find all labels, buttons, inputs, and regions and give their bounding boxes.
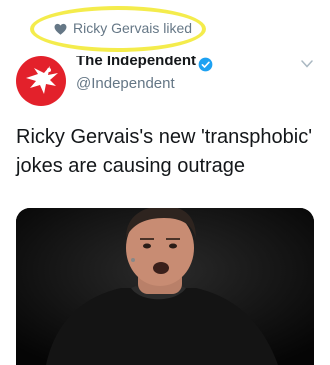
avatar[interactable] xyxy=(16,56,66,106)
author-handle[interactable]: @Independent xyxy=(76,75,175,92)
tweet-media[interactable] xyxy=(16,208,314,365)
heart-icon xyxy=(54,23,67,35)
comedian-photo xyxy=(16,208,314,365)
verified-badge-icon xyxy=(198,57,213,72)
social-context-bar[interactable]: Ricky Gervais liked xyxy=(0,0,330,52)
chevron-down-icon[interactable] xyxy=(301,60,313,68)
author-name[interactable]: The Independent xyxy=(76,56,196,69)
eagle-logo-icon xyxy=(26,66,58,94)
tweet-text: Ricky Gervais's new 'transphobic' jokes … xyxy=(16,126,313,177)
liked-by-text: Ricky Gervais liked xyxy=(73,20,193,36)
